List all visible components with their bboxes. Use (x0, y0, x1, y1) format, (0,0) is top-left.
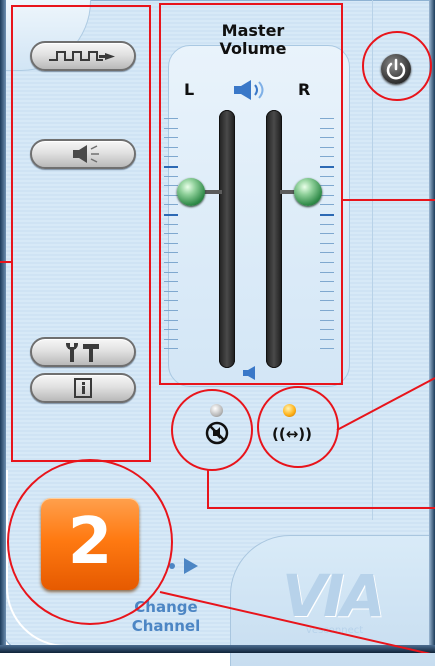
change-channel-label[interactable]: Change Channel (120, 598, 212, 636)
scale-tick (164, 166, 178, 168)
left-volume-knob[interactable] (177, 178, 205, 206)
scale-tick (164, 194, 178, 196)
info-icon (74, 378, 92, 398)
scale-tick (320, 329, 334, 331)
scale-tick (164, 146, 178, 148)
scale-tick (164, 118, 178, 119)
scale-tick (320, 118, 334, 119)
scale-tick (164, 185, 178, 187)
scale-tick (164, 338, 178, 340)
scale-tick (164, 127, 178, 129)
mute-icon (205, 421, 229, 445)
scale-tick (320, 290, 334, 292)
scale-tick (164, 281, 178, 283)
mute-toggle[interactable] (205, 421, 229, 445)
scale-tick (320, 223, 334, 225)
right-volume-scale (320, 118, 334, 354)
left-volume-scale (164, 118, 178, 354)
title-line-1: Master (221, 21, 285, 40)
scale-tick (164, 214, 178, 216)
title-line-2: Volume (219, 39, 287, 58)
scale-tick (164, 310, 178, 311)
scale-tick (164, 233, 178, 235)
speaker-test-button[interactable] (30, 41, 136, 71)
scale-tick (320, 175, 334, 177)
scale-tick (164, 156, 178, 158)
scale-tick (320, 281, 334, 283)
scale-tick (164, 329, 178, 331)
speaker-config-button[interactable] (30, 139, 136, 169)
scale-tick (320, 204, 334, 206)
scale-tick (320, 146, 334, 148)
scale-tick (164, 348, 178, 350)
channel-badge[interactable]: 2 (41, 498, 139, 590)
left-volume-track[interactable] (219, 110, 235, 368)
tools-button[interactable] (30, 337, 136, 367)
scale-tick (320, 156, 334, 158)
left-channel-label: L (184, 80, 195, 99)
scale-tick (320, 185, 334, 187)
scale-tick (320, 214, 334, 216)
panel-border-right (429, 0, 435, 653)
master-volume-title: Master Volume (170, 22, 336, 58)
scale-tick (320, 338, 334, 340)
pulse-signal-icon (49, 51, 115, 61)
info-button[interactable] (30, 373, 136, 403)
right-volume-track[interactable] (266, 110, 282, 368)
scale-tick (320, 319, 334, 321)
panel-border-left (0, 0, 6, 653)
via-logo: VIA (282, 562, 385, 630)
stereo-expand-led (283, 404, 296, 417)
mute-led (210, 404, 223, 417)
scale-tick (320, 137, 334, 139)
right-channel-label: R (298, 80, 311, 99)
via-logo-subtext: vesconnect (306, 625, 364, 636)
scale-tick (320, 310, 334, 311)
speaker-sound-icon (73, 145, 99, 163)
scale-tick (164, 223, 178, 225)
stereo-expand-toggle[interactable]: ((↔)) (266, 423, 318, 445)
tools-icon (65, 343, 99, 362)
power-button[interactable] (381, 54, 411, 84)
scale-tick (320, 233, 334, 235)
scale-tick (320, 166, 334, 168)
scale-tick (164, 137, 178, 139)
scale-tick (320, 242, 334, 244)
scale-tick (164, 262, 178, 263)
scale-tick (164, 204, 178, 206)
scale-tick (164, 175, 178, 177)
change-label-line-2: Channel (131, 617, 201, 635)
panel-border-bottom (0, 645, 435, 653)
scale-tick (164, 319, 178, 321)
scale-tick (320, 194, 334, 196)
scale-tick (320, 271, 334, 273)
scale-tick (320, 127, 334, 129)
right-volume-knob[interactable] (294, 178, 322, 206)
scale-tick (320, 300, 334, 302)
speaker-icon (234, 80, 264, 100)
scale-tick (320, 348, 334, 350)
scale-tick (320, 262, 334, 263)
speaker-low-icon (243, 366, 255, 380)
scale-tick (164, 271, 178, 273)
scale-tick (164, 290, 178, 292)
channel-number: 2 (67, 505, 113, 579)
change-channel-arrow-icon[interactable] (164, 555, 204, 577)
left-knob-stem (202, 190, 222, 194)
change-label-line-1: Change (134, 598, 198, 616)
scale-tick (320, 252, 334, 254)
scale-tick (164, 252, 178, 254)
scale-tick (164, 300, 178, 302)
scale-tick (164, 242, 178, 244)
power-icon (386, 58, 406, 80)
